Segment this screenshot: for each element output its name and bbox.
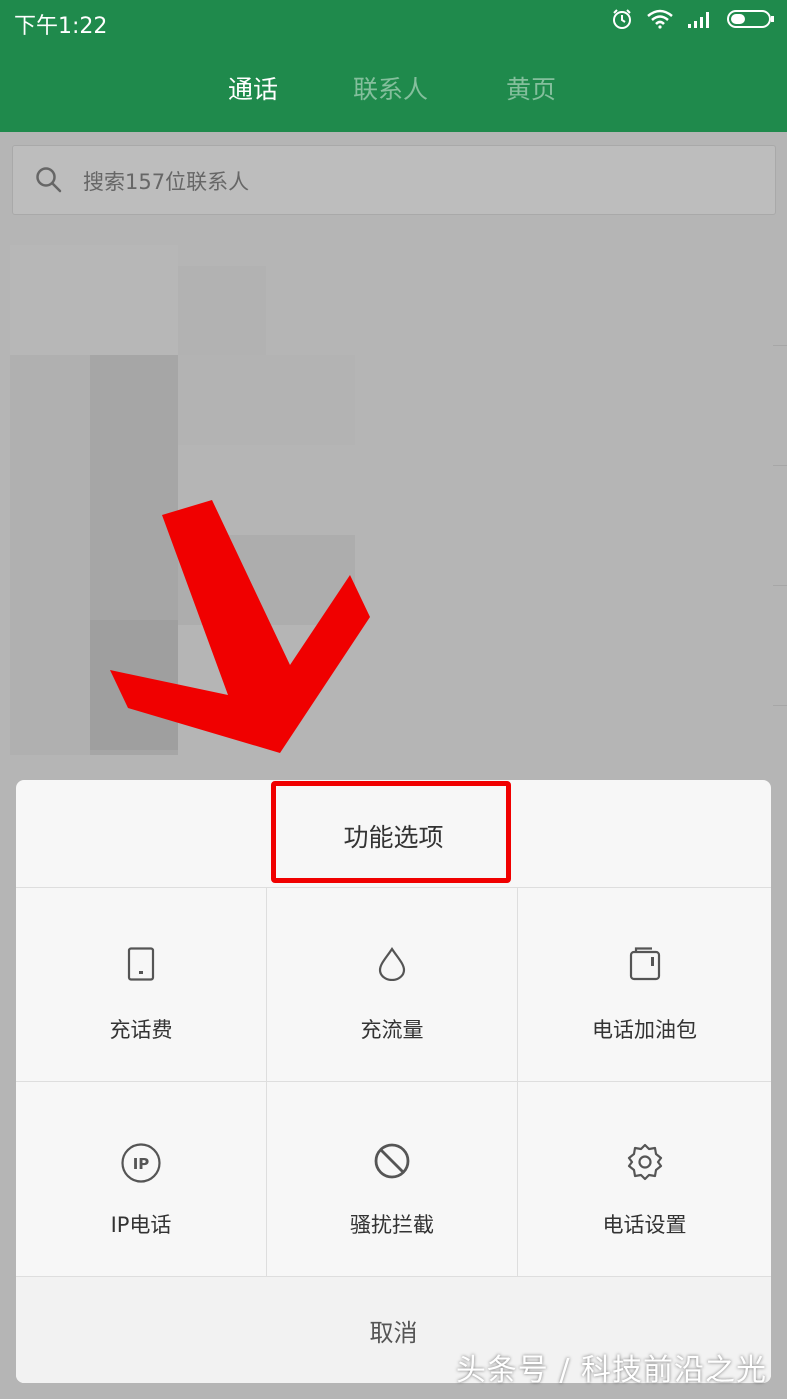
option-recharge-credit[interactable]: 充话费 — [16, 887, 267, 1082]
blurred-contact-area — [178, 266, 266, 355]
search-icon — [36, 167, 62, 193]
ip-icon: IP — [121, 1143, 161, 1183]
list-divider — [773, 705, 787, 706]
option-label: 骚扰拦截 — [350, 1213, 434, 1237]
list-divider — [773, 585, 787, 586]
tab-yellow-pages[interactable]: 黄页 — [506, 70, 556, 106]
signal-icon — [688, 12, 709, 28]
watermark: 头条号 / 科技前沿之光 — [455, 1353, 767, 1388]
alarm-icon — [613, 9, 631, 29]
gear-icon — [627, 1143, 662, 1181]
status-icons — [611, 8, 775, 30]
droplet-icon — [378, 947, 406, 981]
option-label: 电话加油包 — [592, 1018, 697, 1042]
sim-package-icon — [629, 947, 660, 981]
list-divider — [773, 465, 787, 466]
block-icon — [374, 1143, 410, 1179]
option-data-package[interactable]: 电话加油包 — [518, 887, 771, 1082]
status-bar: 下午1:22 — [0, 0, 787, 42]
function-options-sheet: 功能选项 充话费 充流量 电话加油包 IP IP电话 骚扰拦截 电话设置 取消 — [16, 780, 771, 1383]
sheet-header: 功能选项 — [16, 780, 771, 888]
option-label: 充话费 — [109, 1018, 173, 1042]
status-time: 下午1:22 — [14, 14, 108, 39]
blurred-contact-area — [178, 355, 355, 445]
search-input[interactable]: 搜索157位联系人 — [12, 145, 776, 215]
option-ip-call[interactable]: IP IP电话 — [16, 1082, 267, 1277]
annotation-highlight-box — [271, 781, 511, 883]
blurred-contact-area — [10, 355, 90, 755]
battery-icon — [727, 10, 774, 28]
tab-calls[interactable]: 通话 — [228, 70, 278, 106]
list-divider — [773, 345, 787, 346]
phone-icon — [127, 947, 155, 981]
tab-contacts[interactable]: 联系人 — [353, 70, 428, 106]
blurred-contact-area — [10, 245, 178, 355]
svg-text:IP: IP — [133, 1155, 150, 1173]
cancel-label: 取消 — [369, 1319, 418, 1347]
option-call-settings[interactable]: 电话设置 — [518, 1082, 771, 1277]
option-label: 充流量 — [360, 1018, 424, 1042]
options-grid: 充话费 充流量 电话加油包 IP IP电话 骚扰拦截 电话设置 — [16, 887, 771, 1277]
option-label: 电话设置 — [602, 1213, 687, 1237]
option-label: IP电话 — [110, 1213, 172, 1237]
wifi-icon — [647, 9, 673, 29]
option-spam-block[interactable]: 骚扰拦截 — [267, 1082, 518, 1277]
top-tab-bar: 通话 联系人 黄页 — [0, 42, 787, 132]
option-recharge-data[interactable]: 充流量 — [267, 887, 518, 1082]
annotation-arrow-icon — [110, 500, 370, 753]
search-placeholder: 搜索157位联系人 — [83, 170, 250, 194]
